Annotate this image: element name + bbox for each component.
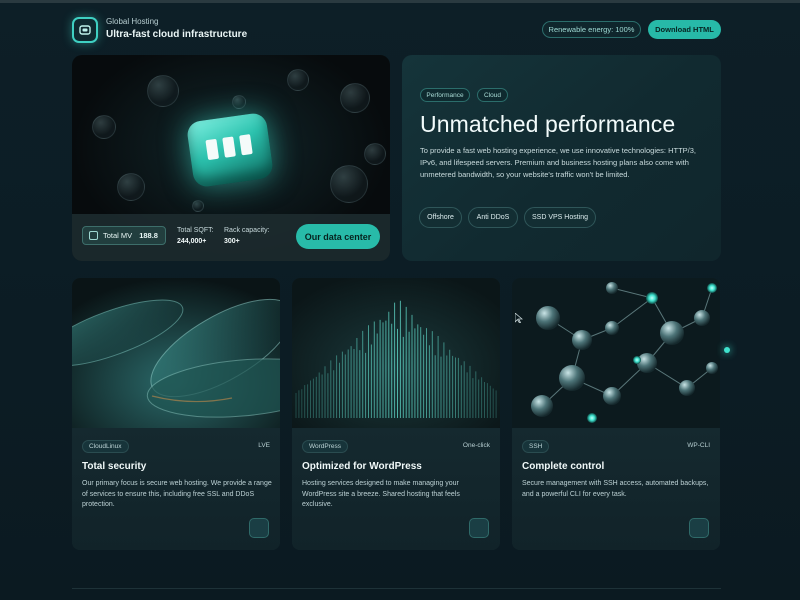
- chip-offshore[interactable]: Offshore: [419, 207, 462, 228]
- brand-title: Ultra-fast cloud infrastructure: [106, 29, 248, 40]
- chip-ssd-vps[interactable]: SSD VPS Hosting: [524, 207, 596, 228]
- bubble-decoration: [192, 200, 204, 212]
- bubble-decoration: [330, 165, 368, 203]
- tag-cloud[interactable]: Cloud: [477, 88, 508, 102]
- section-divider: [72, 588, 721, 589]
- feature-title: Optimized for WordPress: [302, 461, 422, 472]
- feature-title: Total security: [82, 461, 147, 472]
- feature-meta: WP-CLI: [687, 442, 710, 449]
- glass-discs-image: [72, 278, 280, 428]
- power-icon: [89, 231, 98, 240]
- feature-card-wordpress[interactable]: WordPress One-click Optimized for WordPr…: [292, 278, 500, 550]
- feature-card-control[interactable]: SSH WP-CLI Complete control Secure manag…: [512, 278, 720, 550]
- mouse-cursor-icon: [515, 313, 523, 323]
- feature-action-button[interactable]: [249, 518, 269, 538]
- bubble-decoration: [147, 75, 179, 107]
- tag-performance[interactable]: Performance: [420, 88, 470, 102]
- bubble-decoration: [287, 69, 309, 91]
- feature-tag: WordPress: [302, 440, 349, 453]
- feature-meta: LVE: [258, 442, 270, 449]
- sqft-stat: Total SQFT: 244,000+: [177, 227, 214, 245]
- feature-tag: CloudLinux: [82, 440, 129, 453]
- bubble-decoration: [232, 95, 246, 109]
- bubble-decoration: [364, 143, 386, 165]
- total-mv-stat: Total MV 188.8: [82, 226, 166, 245]
- data-bars-image: [292, 278, 500, 428]
- molecule-network-image: [512, 278, 720, 428]
- feature-title: Complete control: [522, 461, 605, 472]
- feature-card-security[interactable]: CloudLinux LVE Total security Our primar…: [72, 278, 280, 550]
- bubble-decoration: [340, 83, 370, 113]
- performance-card: Performance Cloud Unmatched performance …: [402, 55, 721, 261]
- feature-body: WordPress One-click Optimized for WordPr…: [292, 428, 500, 550]
- bubble-decoration: [92, 115, 116, 139]
- performance-description: To provide a fast web hosting experience…: [420, 146, 696, 180]
- feature-body: SSH WP-CLI Complete control Secure manag…: [512, 428, 720, 550]
- feature-action-button[interactable]: [689, 518, 709, 538]
- hero-stats-bar: Total MV 188.8 Total SQFT: 244,000+ Rack…: [72, 214, 390, 261]
- feature-description: Our primary focus is secure web hosting.…: [82, 480, 272, 508]
- hero-image-card: Total MV 188.8 Total SQFT: 244,000+ Rack…: [72, 55, 390, 261]
- carousel-indicator-dot[interactable]: [724, 347, 730, 353]
- server-cube-icon: [185, 111, 275, 189]
- feature-action-button[interactable]: [469, 518, 489, 538]
- data-center-button[interactable]: Our data center: [296, 224, 380, 249]
- chip-anti-ddos[interactable]: Anti DDoS: [468, 207, 518, 228]
- brand-subtitle: Global Hosting: [106, 17, 159, 26]
- feature-meta: One-click: [462, 442, 490, 449]
- top-border: [0, 0, 800, 3]
- feature-body: CloudLinux LVE Total security Our primar…: [72, 428, 280, 550]
- feature-tag: SSH: [522, 440, 550, 453]
- rack-capacity-stat: Rack capacity: 300+: [224, 227, 270, 245]
- performance-title: Unmatched performance: [420, 111, 676, 137]
- download-button[interactable]: Download HTML: [648, 20, 721, 39]
- logo-icon[interactable]: [72, 17, 98, 43]
- bubble-decoration: [117, 173, 145, 201]
- energy-badge: Renewable energy: 100%: [542, 21, 641, 38]
- feature-description: Hosting services designed to make managi…: [302, 480, 460, 508]
- feature-description: Secure management with SSH access, autom…: [522, 480, 709, 498]
